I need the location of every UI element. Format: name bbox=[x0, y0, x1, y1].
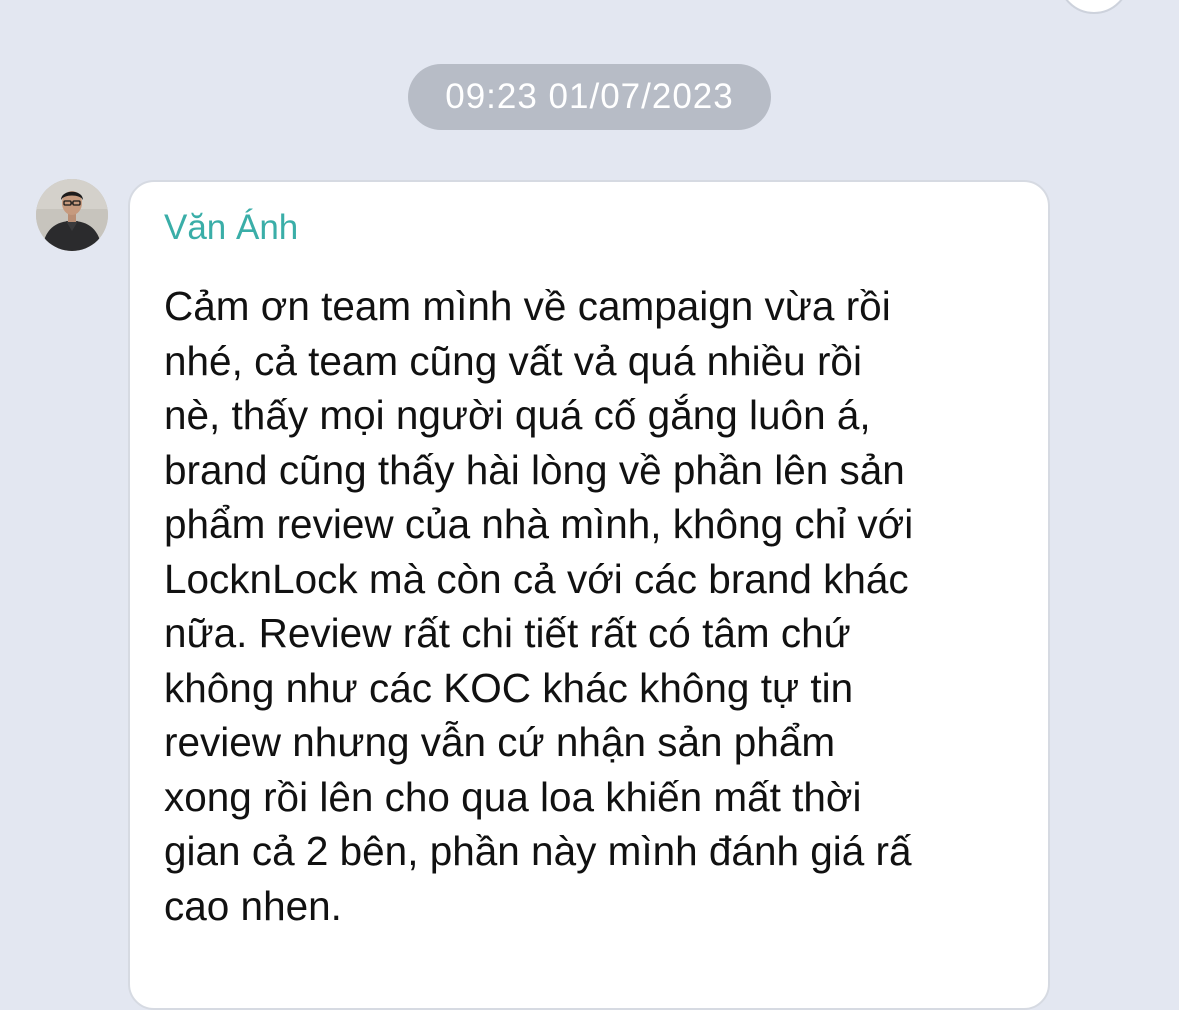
message-line: cao nhen. bbox=[164, 882, 342, 929]
person-avatar-icon bbox=[36, 179, 108, 251]
sender-avatar[interactable] bbox=[36, 179, 108, 251]
top-right-round-button[interactable] bbox=[1058, 0, 1130, 14]
message-line: Cảm ơn team mình về campaign vừa rồi bbox=[164, 283, 891, 329]
message-line: brand cũng thấy hài lòng về phần lên sản bbox=[164, 446, 905, 493]
sender-name[interactable]: Văn Ánh bbox=[164, 208, 298, 248]
message-line: nè, thấy mọi người quá cố gắng luôn á, bbox=[164, 392, 871, 438]
message-line: xong rồi lên cho qua loa khiến mất thời bbox=[164, 773, 862, 820]
message-text: Cảm ơn team mình về campaign vừa rồi nhé… bbox=[164, 279, 1024, 933]
timestamp-label: 09:23 01/07/2023 bbox=[445, 77, 734, 116]
message-line: không như các KOC khác không tự tin bbox=[164, 664, 854, 711]
message-bubble[interactable]: Văn Ánh Cảm ơn team mình về campaign vừa… bbox=[128, 180, 1050, 1010]
message-line: phẩm review của nhà mình, không chỉ với bbox=[164, 501, 914, 547]
message-line: gian cả 2 bên, phần này mình đánh giá rấ bbox=[164, 828, 912, 874]
date-separator-badge: 09:23 01/07/2023 bbox=[408, 64, 771, 130]
message-line: review nhưng vẫn cứ nhận sản phẩm bbox=[164, 719, 836, 765]
message-line: nữa. Review rất chi tiết rất có tâm chứ bbox=[164, 610, 851, 656]
message-line: nhé, cả team cũng vất vả quá nhiều rồi bbox=[164, 337, 862, 384]
message-line: LocknLock mà còn cả với các brand khác bbox=[164, 555, 909, 602]
